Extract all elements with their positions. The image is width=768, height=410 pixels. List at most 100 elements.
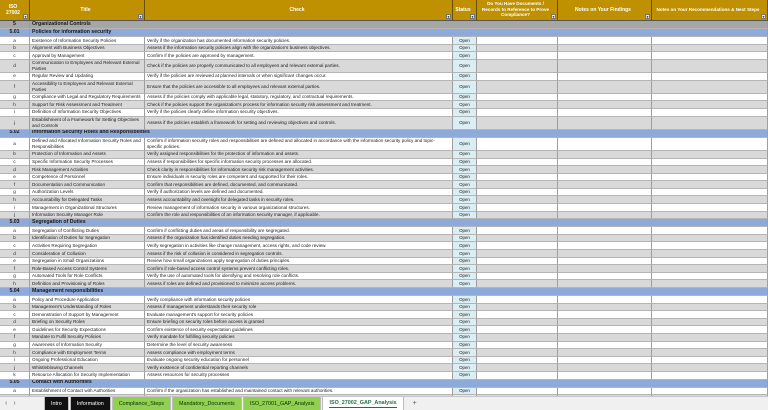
findings-cell[interactable] [558, 166, 652, 174]
title-cell[interactable]: Protection of Information and Assets [30, 151, 145, 159]
check-cell[interactable]: Verify if authorization levels are defin… [145, 189, 453, 197]
row-id-cell[interactable]: h [0, 280, 30, 288]
subsection-title-cell[interactable]: Contact with Authorities [30, 380, 768, 388]
recommendations-cell[interactable] [652, 166, 768, 174]
documents-cell[interactable] [477, 94, 558, 102]
check-cell[interactable]: Ensure that the policies are accessible … [145, 81, 453, 94]
row-id-cell[interactable]: j [0, 212, 30, 220]
recommendations-cell[interactable] [652, 258, 768, 266]
subsection-title-cell[interactable]: Segregation of Duties [30, 219, 768, 227]
documents-cell[interactable] [477, 73, 558, 81]
column-header-findings[interactable]: Notes on Your Findings ▾ [558, 0, 652, 21]
check-cell[interactable]: Verify if the policies are reviewed at p… [145, 73, 453, 81]
documents-cell[interactable] [477, 227, 558, 235]
findings-cell[interactable] [558, 138, 652, 151]
status-cell[interactable]: Open [453, 273, 477, 281]
check-cell[interactable]: Check clarity in responsibilities for in… [145, 166, 453, 174]
title-cell[interactable]: Consideration of Collusion [30, 250, 145, 258]
row-id-cell[interactable]: e [0, 258, 30, 266]
title-cell[interactable]: Competence of Personnel [30, 174, 145, 182]
status-cell[interactable]: Open [453, 189, 477, 197]
recommendations-cell[interactable] [652, 388, 768, 396]
documents-cell[interactable] [477, 174, 558, 182]
recommendations-cell[interactable] [652, 334, 768, 342]
check-cell[interactable]: Assess accountability and oversight for … [145, 196, 453, 204]
row-id-cell[interactable]: f [0, 265, 30, 273]
row-id-cell[interactable]: i [0, 204, 30, 212]
row-id-cell[interactable]: c [0, 52, 30, 60]
findings-cell[interactable] [558, 250, 652, 258]
check-cell[interactable]: Verify segregation in activities like ch… [145, 242, 453, 250]
title-cell[interactable]: Segregation in Small Organizations [30, 258, 145, 266]
title-cell[interactable]: Ongoing Professional Education [30, 357, 145, 365]
check-cell[interactable]: Verify assigned responsibilities for the… [145, 151, 453, 159]
documents-cell[interactable] [477, 250, 558, 258]
recommendations-cell[interactable] [652, 159, 768, 167]
row-id-cell[interactable]: f [0, 181, 30, 189]
documents-cell[interactable] [477, 372, 558, 380]
sheet-nav-left-icon[interactable]: ‹ [5, 400, 7, 407]
filter-button[interactable]: ▾ [138, 14, 143, 19]
findings-cell[interactable] [558, 101, 652, 109]
documents-cell[interactable] [477, 296, 558, 304]
documents-cell[interactable] [477, 138, 558, 151]
recommendations-cell[interactable] [652, 280, 768, 288]
documents-cell[interactable] [477, 311, 558, 319]
documents-cell[interactable] [477, 273, 558, 281]
recommendations-cell[interactable] [652, 52, 768, 60]
check-cell[interactable]: Check if the policies are properly commu… [145, 60, 453, 73]
title-cell[interactable]: Identification of Duties for Segregation [30, 235, 145, 243]
documents-cell[interactable] [477, 159, 558, 167]
status-cell[interactable]: Open [453, 52, 477, 60]
status-cell[interactable]: Open [453, 296, 477, 304]
documents-cell[interactable] [477, 349, 558, 357]
findings-cell[interactable] [558, 319, 652, 327]
recommendations-cell[interactable] [652, 319, 768, 327]
row-id-cell[interactable]: a [0, 138, 30, 151]
row-id-cell[interactable]: e [0, 326, 30, 334]
recommendations-cell[interactable] [652, 227, 768, 235]
title-cell[interactable]: Information Security Manager Role [30, 212, 145, 220]
documents-cell[interactable] [477, 204, 558, 212]
title-cell[interactable]: Communication to Employees and Relevant … [30, 60, 145, 73]
row-id-cell[interactable]: k [0, 372, 30, 380]
recommendations-cell[interactable] [652, 349, 768, 357]
check-cell[interactable]: Verify compliance with information secur… [145, 296, 453, 304]
documents-cell[interactable] [477, 342, 558, 350]
title-cell[interactable]: Guidelines for Security Expectations [30, 326, 145, 334]
documents-cell[interactable] [477, 166, 558, 174]
recommendations-cell[interactable] [652, 117, 768, 130]
title-cell[interactable]: Compliance with Legal and Regulatory Req… [30, 94, 145, 102]
recommendations-cell[interactable] [652, 151, 768, 159]
recommendations-cell[interactable] [652, 45, 768, 53]
documents-cell[interactable] [477, 81, 558, 94]
row-id-cell[interactable]: 5.05 [0, 380, 30, 388]
documents-cell[interactable] [477, 304, 558, 312]
recommendations-cell[interactable] [652, 273, 768, 281]
filter-button[interactable]: ▾ [761, 14, 766, 19]
documents-cell[interactable] [477, 52, 558, 60]
row-id-cell[interactable]: b [0, 151, 30, 159]
status-cell[interactable]: Open [453, 212, 477, 220]
findings-cell[interactable] [558, 196, 652, 204]
recommendations-cell[interactable] [652, 296, 768, 304]
findings-cell[interactable] [558, 45, 652, 53]
filter-button[interactable]: ▾ [446, 14, 451, 19]
row-id-cell[interactable]: g [0, 342, 30, 350]
row-id-cell[interactable]: j [0, 364, 30, 372]
recommendations-cell[interactable] [652, 304, 768, 312]
status-cell[interactable]: Open [453, 326, 477, 334]
row-id-cell[interactable]: j [0, 117, 30, 130]
findings-cell[interactable] [558, 258, 652, 266]
recommendations-cell[interactable] [652, 250, 768, 258]
sheet-tab-compliance-steps[interactable]: Compliance_Steps [112, 397, 171, 410]
findings-cell[interactable] [558, 159, 652, 167]
documents-cell[interactable] [477, 242, 558, 250]
status-cell[interactable]: Open [453, 45, 477, 53]
title-cell[interactable]: Risk Management Activities [30, 166, 145, 174]
sheet-tab-iso-27001-gap-analysis[interactable]: ISO_27001_GAP_Analysis [243, 397, 322, 410]
status-cell[interactable]: Open [453, 349, 477, 357]
row-id-cell[interactable]: g [0, 94, 30, 102]
check-cell[interactable]: Ensure individuals in security roles are… [145, 174, 453, 182]
check-cell[interactable]: Confirm existence of security expectatio… [145, 326, 453, 334]
